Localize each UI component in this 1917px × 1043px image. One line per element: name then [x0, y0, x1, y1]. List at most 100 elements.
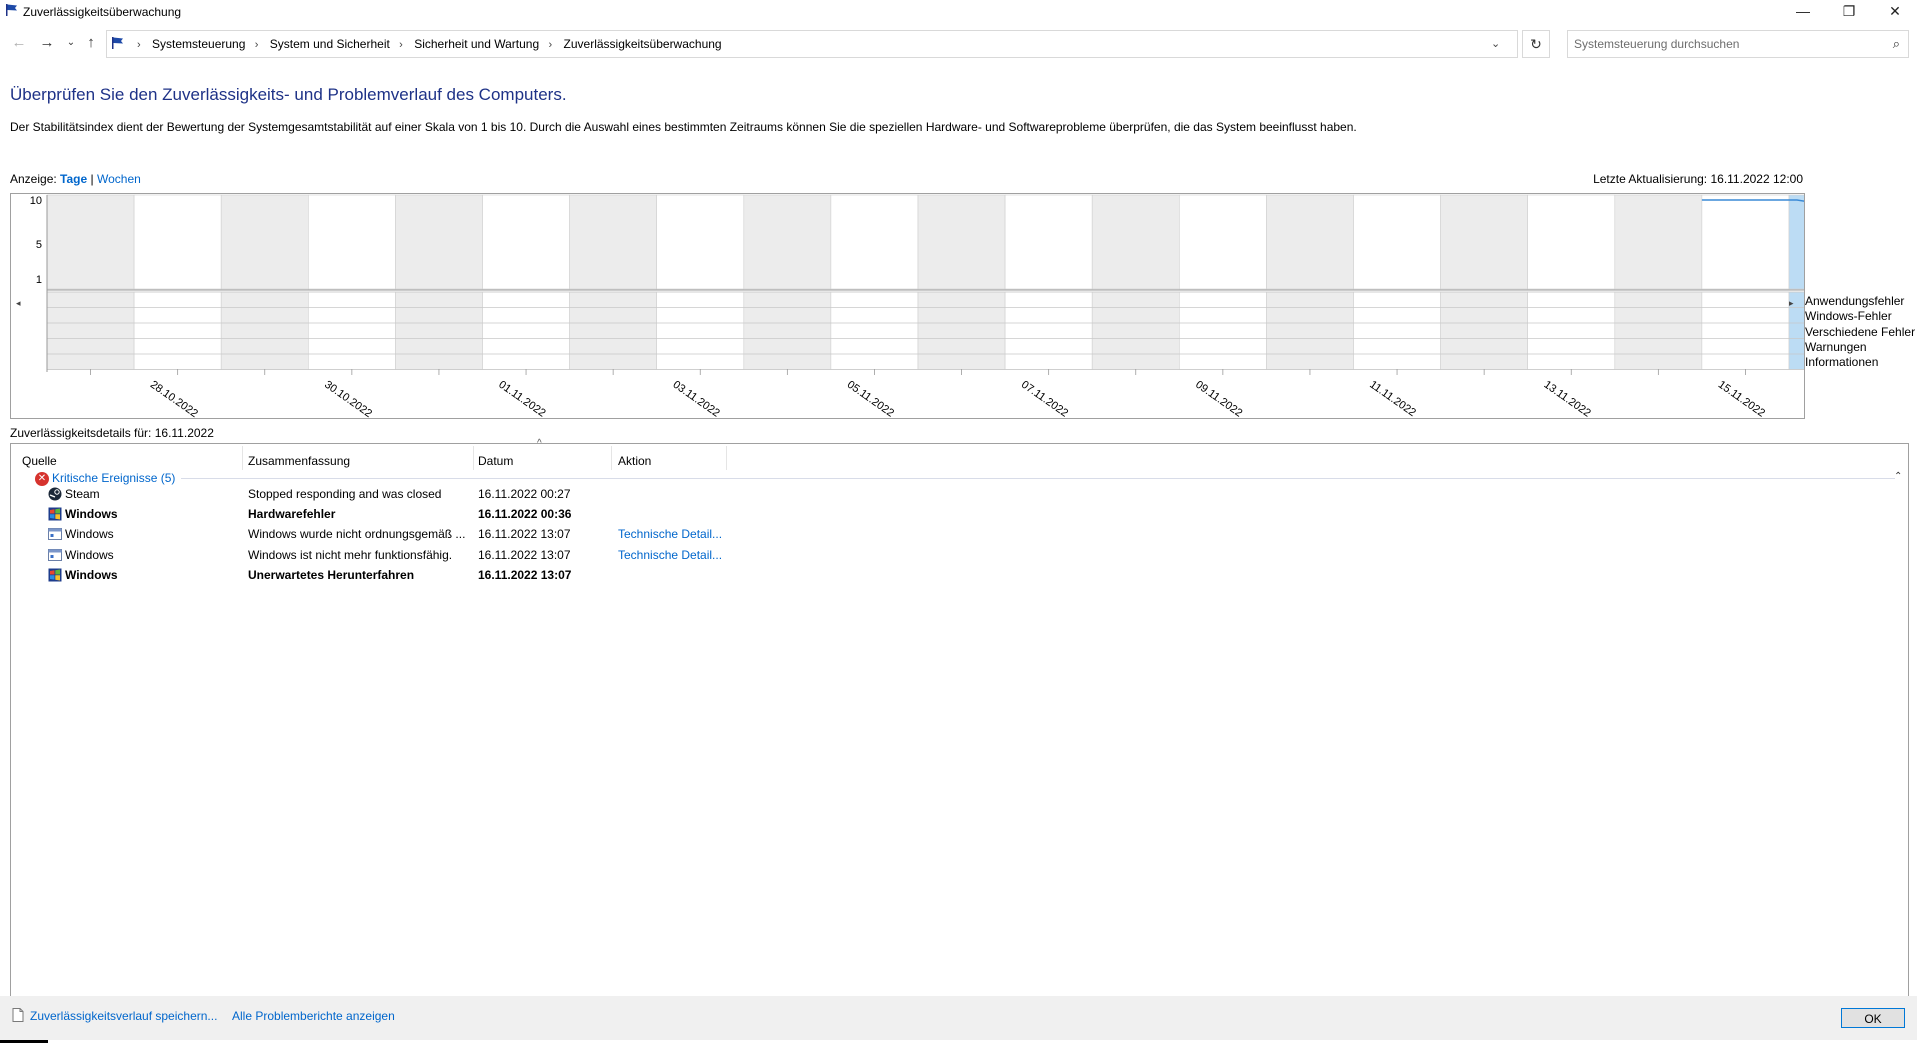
column-header-zusammenfassung[interactable]: Zusammenfassung — [248, 454, 350, 468]
x-tick-label: 07.11.2022 — [1019, 379, 1070, 418]
address-bar[interactable]: › Systemsteuerung › System und Sicherhei… — [106, 30, 1518, 58]
legend-informationen: Informationen — [1805, 355, 1879, 370]
search-icon[interactable]: ⌕ — [1893, 36, 1900, 52]
document-icon — [12, 1008, 24, 1022]
chart-day-column — [482, 194, 570, 290]
forward-button[interactable]: → — [38, 34, 56, 52]
chart-event-column — [1266, 291, 1354, 370]
breadcrumb-separator[interactable]: › — [255, 39, 259, 51]
reliability-chart[interactable]: 10 5 1 28.10.2022 30.10.2022 01.11.2022 03.11.… — [10, 193, 1805, 419]
table-row[interactable]: Windows Windows wurde nicht ordnungsgemäß… — [11, 524, 1906, 544]
page-title: Überprüfen Sie den Zuverlässigkeits- und… — [10, 85, 567, 104]
row-summary: Windows wurde nicht ordnungsgemäß ... — [248, 527, 466, 542]
x-tick-label: 30.10.2022 — [322, 379, 374, 418]
row-source: Windows — [65, 527, 114, 542]
x-tick-label: 28.10.2022 — [148, 379, 200, 418]
x-tick-label: 15.11.2022 — [1716, 379, 1767, 418]
view-mode-selector: Anzeige: Tage | Wochen — [10, 172, 141, 186]
row-action-link[interactable]: Technische Detail... — [618, 527, 738, 541]
chart-event-column — [1353, 291, 1441, 370]
details-list[interactable]: Quelle Zusammenfassung Datum ^ Aktion ✕ K… — [10, 438, 1909, 998]
column-separator[interactable] — [473, 446, 474, 470]
table-row[interactable]: Steam Stopped responding and was closed 16… — [11, 484, 1906, 504]
breadcrumb-separator[interactable]: › — [549, 39, 553, 51]
table-row[interactable]: Windows Hardwarefehler 16.11.2022 00:36 — [11, 504, 1906, 524]
row-summary: Hardwarefehler — [248, 507, 336, 522]
chart-scroll-left-icon[interactable]: ◂ — [16, 298, 21, 309]
breadcrumb-separator[interactable]: › — [399, 39, 403, 51]
chart-day-column — [307, 194, 396, 290]
ok-button[interactable]: OK — [1841, 1008, 1905, 1028]
row-date: 16.11.2022 00:27 — [478, 487, 571, 501]
chart-event-column — [743, 291, 832, 370]
breadcrumb-item-sicherheit-und-wartung[interactable]: Sicherheit und Wartung — [414, 37, 539, 51]
chart-day-column — [220, 194, 309, 290]
title-bar: Zuverlässigkeitsüberwachung — ❐ ✕ — [0, 0, 1917, 24]
refresh-button[interactable]: ↻ — [1522, 30, 1550, 58]
sort-indicator-icon: ^ — [537, 438, 542, 449]
minimize-button[interactable]: — — [1780, 0, 1826, 22]
chart-day-column — [1788, 194, 1804, 290]
breadcrumb-item-system-und-sicherheit[interactable]: System und Sicherheit — [270, 37, 390, 51]
last-update-label: Letzte Aktualisierung: 16.11.2022 12:00 — [1593, 172, 1803, 186]
view-weeks-link[interactable]: Wochen — [97, 172, 141, 186]
address-dropdown-icon[interactable]: ⌄ — [1491, 33, 1500, 55]
page-description: Der Stabilitätsindex dient der Bewertung… — [10, 120, 1357, 134]
chart-event-column — [133, 291, 222, 370]
chart-event-column — [482, 291, 570, 370]
all-reports-link[interactable]: Alle Problemberichte anzeigen — [232, 1009, 395, 1023]
event-legend: Anwendungsfehler Windows-Fehler Verschie… — [1805, 294, 1915, 370]
chart-day-column — [569, 194, 657, 290]
chart-event-column — [1614, 291, 1703, 370]
table-row[interactable]: Windows Unerwartetes Herunterfahren 16.11.… — [11, 565, 1906, 585]
flag-icon — [6, 4, 17, 16]
steam-icon — [48, 487, 62, 501]
column-header-datum[interactable]: Datum — [478, 454, 513, 468]
collapse-group-icon[interactable]: ⌃ — [1894, 471, 1902, 482]
search-input[interactable] — [1572, 34, 1876, 54]
close-button[interactable]: ✕ — [1872, 0, 1917, 22]
chart-event-column — [1527, 291, 1616, 370]
column-header-quelle[interactable]: Quelle — [22, 454, 57, 468]
breadcrumb: › Systemsteuerung › System und Sicherhei… — [131, 37, 722, 51]
stability-chart-svg[interactable]: 10 5 1 28.10.2022 30.10.2022 01.11.2022 03.11.… — [11, 194, 1804, 418]
view-days-link[interactable]: Tage — [60, 172, 87, 186]
row-source: Steam — [65, 487, 100, 501]
legend-verschiedene-fehler: Verschiedene Fehler — [1805, 324, 1916, 339]
chart-event-column — [569, 291, 657, 370]
breadcrumb-separator[interactable]: › — [137, 39, 141, 51]
chart-day-column — [743, 194, 832, 290]
legend-anwendungsfehler: Anwendungsfehler — [1805, 294, 1905, 308]
chart-event-column — [220, 291, 309, 370]
chart-event-column — [307, 291, 396, 370]
row-date: 16.11.2022 00:36 — [478, 507, 572, 522]
save-history-link[interactable]: Zuverlässigkeitsverlauf speichern... — [30, 1009, 217, 1023]
chart-day-column — [1614, 194, 1703, 290]
breadcrumb-item-zuverlaessigkeit[interactable]: Zuverlässigkeitsüberwachung — [564, 37, 722, 51]
row-summary: Unerwartetes Herunterfahren — [248, 567, 415, 582]
breadcrumb-item-systemsteuerung[interactable]: Systemsteuerung — [152, 37, 245, 51]
window-title: Zuverlässigkeitsüberwachung — [23, 5, 182, 19]
column-separator[interactable] — [611, 446, 612, 470]
column-header-aktion[interactable]: Aktion — [618, 454, 651, 468]
row-summary: Stopped responding and was closed — [248, 487, 442, 501]
recent-locations-button[interactable]: ⌄ — [62, 34, 80, 52]
chart-day-column — [1004, 194, 1093, 290]
column-separator[interactable] — [242, 446, 243, 470]
windows-icon — [48, 568, 62, 582]
chart-day-column — [1266, 194, 1354, 290]
row-action-link[interactable]: Technische Detail... — [618, 548, 738, 562]
back-button[interactable]: ← — [10, 34, 28, 52]
table-row[interactable]: Windows Windows ist nicht mehr funktionsf… — [11, 545, 1906, 565]
navigation-bar: ← → ⌄ ↑ › Systemsteuerung › System und S… — [0, 28, 1917, 58]
up-button[interactable]: ↑ — [82, 34, 100, 52]
search-box[interactable]: ⌕ — [1567, 30, 1909, 58]
chart-event-column — [46, 291, 135, 370]
row-source: Windows — [65, 507, 118, 522]
chart-event-column — [1004, 291, 1093, 370]
row-summary: Windows ist nicht mehr funktionsfähig. — [248, 547, 453, 562]
chart-day-column — [395, 194, 483, 290]
column-separator[interactable] — [726, 446, 727, 470]
chart-scroll-right-icon[interactable]: ▸ — [1789, 298, 1794, 309]
maximize-button[interactable]: ❐ — [1826, 0, 1872, 22]
